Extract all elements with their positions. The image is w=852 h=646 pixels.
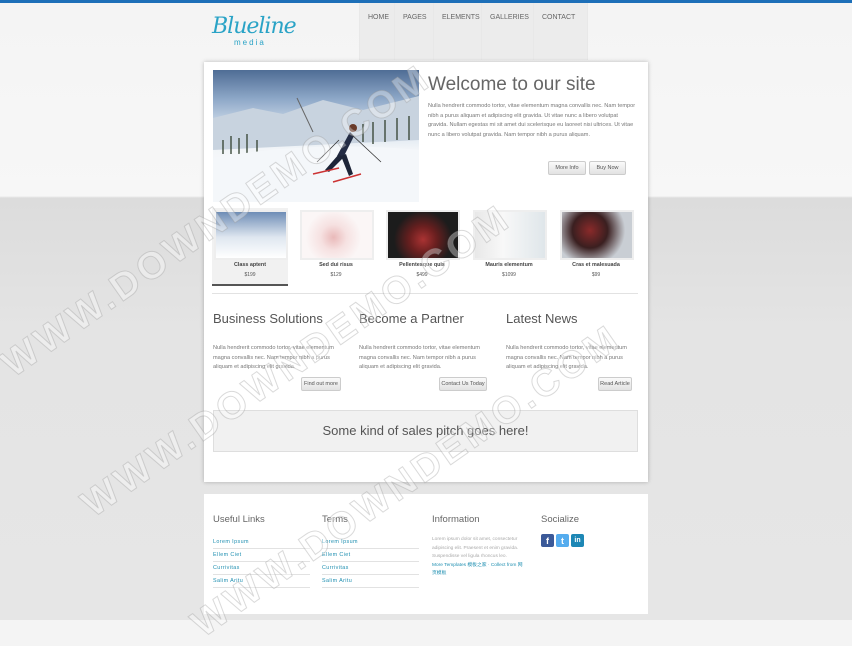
product-thumb-image (473, 210, 547, 260)
more-info-button[interactable]: More Info (548, 161, 586, 175)
product-thumb-name: Mauris elementum (485, 262, 533, 268)
information-text: Lorem ipsum dolor sit amet, consectetur … (432, 537, 519, 560)
column-title: Latest News (506, 311, 578, 326)
product-thumb-price: $199 (244, 272, 256, 278)
terms-column: Terms Lorem Ipsum Ellem Ciet Currivitas … (322, 514, 422, 588)
footer-link[interactable]: Ellem Ciet (322, 549, 419, 562)
product-thumb[interactable]: Cras et malesuada $99 (558, 208, 634, 284)
footer-heading: Socialize (541, 514, 580, 525)
hero-title: Welcome to our site (428, 74, 596, 95)
product-thumb[interactable]: Mauris elementum $1099 (471, 208, 547, 284)
product-thumb-image (386, 210, 460, 260)
twitter-icon[interactable]: t (556, 534, 569, 547)
product-thumb-price: $99 (591, 272, 601, 278)
useful-links-column: Useful Links Lorem Ipsum Ellem Ciet Curr… (213, 514, 313, 588)
product-thumb-price: $129 (330, 272, 342, 278)
product-thumb-name: Pellentesque quis (399, 262, 445, 268)
footer-link[interactable]: Salim Aritu (322, 575, 419, 588)
product-thumb-image (300, 210, 374, 260)
product-thumb[interactable]: Sed dui risus $129 (298, 208, 374, 284)
section-divider (212, 293, 638, 294)
facebook-icon[interactable]: f (541, 534, 554, 547)
buy-now-button[interactable]: Buy Now (589, 161, 626, 175)
socialize-column: Socialize f t in (541, 514, 641, 547)
information-column: Information Lorem ipsum dolor sit amet, … (432, 514, 532, 579)
footer-link[interactable]: Currivitas (213, 562, 310, 575)
sales-pitch-box: Some kind of sales pitch goes here! (213, 410, 638, 452)
logo-sub-text: media (234, 38, 266, 47)
main-content-panel: Welcome to our site Nulla hendrerit comm… (204, 62, 648, 482)
linkedin-icon[interactable]: in (571, 534, 584, 547)
latest-news-column: Latest News Nulla hendrerit commodo tort… (506, 311, 636, 373)
find-out-more-button[interactable]: Find out more (301, 377, 341, 391)
footer-link[interactable]: Salim Aritu (213, 575, 310, 588)
business-solutions-column: Business Solutions Nulla hendrerit commo… (213, 311, 343, 373)
logo-script-text: Blueline (212, 14, 297, 39)
footer-link[interactable]: Lorem Ipsum (213, 536, 310, 549)
hero-skier-image (213, 70, 419, 202)
column-text: Nulla hendrerit commodo tortor, vitae el… (213, 345, 334, 371)
footer-heading: Information (432, 514, 480, 525)
product-thumbnails: Class aptent $199 Sed dui risus $129 Pel… (212, 208, 637, 286)
footer-link[interactable]: Lorem Ipsum (322, 536, 419, 549)
nav-elements[interactable]: ELEMENTS (434, 3, 482, 60)
product-thumb-price: $1099 (502, 272, 516, 278)
nav-home[interactable]: HOME (359, 3, 395, 60)
product-thumb-price: $499 (416, 272, 428, 278)
site-logo[interactable]: Blueline media (212, 14, 297, 48)
nav-contact[interactable]: CONTACT (534, 3, 588, 60)
column-text: Nulla hendrerit commodo tortor, vitae el… (506, 345, 627, 371)
product-thumb-image (214, 210, 288, 260)
product-thumb-name: Cras et malesuada (572, 262, 620, 268)
product-thumb[interactable]: Class aptent $199 (212, 208, 288, 286)
product-thumb[interactable]: Pellentesque quis $499 (384, 208, 460, 284)
product-thumb-image (560, 210, 634, 260)
become-partner-column: Become a Partner Nulla hendrerit commodo… (359, 311, 489, 373)
nav-galleries[interactable]: GALLERIES (482, 3, 534, 60)
footer-link[interactable]: Ellem Ciet (213, 549, 310, 562)
product-thumb-name: Sed dui risus (319, 262, 353, 268)
footer-link[interactable]: Currivitas (322, 562, 419, 575)
column-title: Business Solutions (213, 311, 323, 326)
main-nav: HOME PAGES ELEMENTS GALLERIES CONTACT (359, 3, 588, 60)
footer: Useful Links Lorem Ipsum Ellem Ciet Curr… (204, 494, 648, 614)
nav-pages[interactable]: PAGES (395, 3, 434, 60)
hero-text: Nulla hendrerit commodo tortor, vitae el… (428, 103, 636, 138)
information-more-link[interactable]: More Templates 模板之家 · Collect from 网页模板 (432, 562, 527, 579)
contact-us-button[interactable]: Contact Us Today (439, 377, 487, 391)
product-thumb-name: Class aptent (233, 262, 267, 268)
column-text: Nulla hendrerit commodo tortor, vitae el… (359, 345, 480, 371)
read-article-button[interactable]: Read Article (598, 377, 632, 391)
footer-heading: Useful Links (213, 514, 265, 525)
footer-heading: Terms (322, 514, 348, 525)
column-title: Become a Partner (359, 311, 464, 326)
